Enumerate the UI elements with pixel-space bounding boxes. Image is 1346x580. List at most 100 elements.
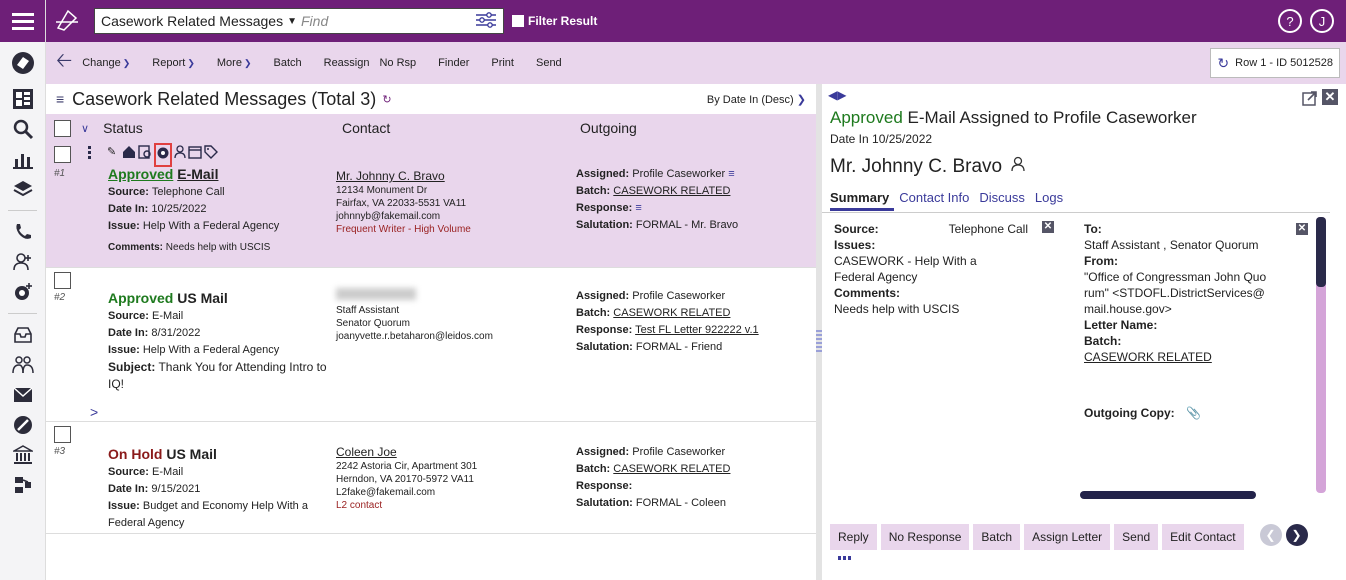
reassign-button[interactable]: Reassign	[324, 57, 370, 69]
edit-contact-button[interactable]: Edit Contact	[1162, 524, 1244, 550]
add-person-icon[interactable]	[0, 247, 46, 277]
edit-pencil-icon[interactable]: ✎	[107, 145, 116, 158]
expand-horizontal-icon[interactable]: ◀▶	[828, 88, 846, 102]
blocked-icon[interactable]	[0, 410, 46, 440]
salutation-value: FORMAL - Mr. Bravo	[635, 219, 739, 231]
share-icon[interactable]	[1302, 90, 1318, 111]
person-icon[interactable]	[1011, 156, 1026, 177]
row-checkbox[interactable]	[54, 426, 71, 443]
tab-summary[interactable]: Summary	[830, 190, 889, 205]
no-response-button[interactable]: No Response	[880, 524, 970, 550]
view-select[interactable]: Casework Related Messages ▼ Find	[94, 8, 504, 34]
row-checkbox[interactable]	[54, 272, 71, 289]
list-filter-icon[interactable]: ≡	[56, 91, 64, 107]
app-logo-icon[interactable]	[54, 8, 80, 39]
col-contact[interactable]: Contact	[342, 120, 390, 136]
more-dots-icon[interactable]	[838, 556, 852, 560]
send-button[interactable]: Send	[1114, 524, 1159, 550]
table-row[interactable]: #3 On Hold US Mail Source: E-Mail Date I…	[46, 422, 816, 534]
finder-button[interactable]: Finder	[438, 57, 469, 69]
select-dropdown-icon[interactable]: ∨	[81, 122, 89, 135]
filter-result-checkbox[interactable]	[512, 15, 524, 27]
paperclip-icon[interactable]: 📎	[1186, 406, 1201, 420]
top-bar: Casework Related Messages ▼ Find Filter …	[46, 0, 1346, 42]
contact-name-link[interactable]: Mr. Johnny C. Bravo	[336, 168, 566, 184]
batch-link[interactable]: CASEWORK RELATED	[613, 185, 730, 197]
find-input[interactable]: Find	[301, 13, 475, 29]
search-icon[interactable]	[0, 114, 46, 144]
help-icon: ?	[1286, 13, 1294, 29]
close-icon[interactable]: ✕	[1322, 89, 1338, 105]
remove-to-icon[interactable]: ✕	[1296, 223, 1308, 235]
assign-letter-button[interactable]: Assign Letter	[1024, 524, 1111, 550]
groups-icon[interactable]	[0, 350, 46, 380]
batch-button[interactable]: Batch	[973, 524, 1021, 550]
calendar-icon[interactable]	[188, 145, 202, 164]
col-status[interactable]: Status	[103, 120, 143, 136]
filter-result-toggle[interactable]: Filter Result	[512, 14, 597, 28]
column-header: ∨ Status Contact Outgoing	[46, 114, 816, 142]
response-link[interactable]: Test FL Letter 922222 v.1	[635, 324, 759, 336]
table-row[interactable]: #2 Approved US Mail Source: E-Mail Date …	[46, 268, 816, 422]
tab-discuss[interactable]: Discuss	[979, 190, 1025, 205]
row-checkbox[interactable]	[54, 146, 71, 163]
status-title[interactable]: Approved E-Mail	[108, 164, 338, 184]
previous-record-icon[interactable]: ❮	[1259, 524, 1282, 546]
iq-logo-icon[interactable]	[0, 42, 45, 84]
filter-lines-icon[interactable]: ≡	[635, 202, 641, 214]
menu-icon[interactable]	[0, 0, 45, 42]
filter-result-label: Filter Result	[528, 14, 598, 28]
filter-sliders-icon[interactable]	[475, 11, 497, 32]
remove-source-icon[interactable]: ✕	[1042, 221, 1054, 233]
person-icon[interactable]	[174, 145, 186, 164]
tag-icon[interactable]	[204, 145, 218, 164]
add-target-icon[interactable]	[0, 277, 46, 307]
contact-address-1: 12134 Monument Dr	[336, 185, 428, 196]
contact-name-link[interactable]: Coleen Joe	[336, 444, 566, 460]
vertical-scrollbar[interactable]	[1316, 217, 1326, 493]
reports-chart-icon[interactable]	[0, 144, 46, 174]
reply-button[interactable]: Reply	[830, 524, 877, 550]
table-row[interactable]: #1 ✎ Approved E-Mail Source: Telephone C…	[46, 142, 816, 268]
dashboard-icon[interactable]	[0, 84, 46, 114]
no-rsp-button[interactable]: No Rsp	[379, 57, 416, 69]
detail-actions: Reply No Response Batch Assign Letter Se…	[830, 524, 1308, 550]
status-title[interactable]: Approved US Mail	[108, 288, 338, 308]
print-button[interactable]: Print	[491, 57, 514, 69]
next-record-icon[interactable]: ❯	[1285, 524, 1308, 546]
government-building-icon[interactable]	[0, 440, 46, 470]
phone-icon[interactable]	[0, 217, 46, 247]
layers-icon[interactable]	[0, 174, 46, 204]
source-value: E-Mail	[152, 310, 184, 322]
tab-contact-info[interactable]: Contact Info	[899, 190, 969, 205]
user-avatar-button[interactable]: J	[1310, 9, 1334, 33]
batch-link[interactable]: CASEWORK RELATED	[613, 463, 730, 475]
more-menu[interactable]: More ❯	[217, 57, 252, 69]
left-nav	[0, 0, 46, 580]
back-arrow-icon[interactable]: 🡠	[56, 46, 72, 80]
org-chart-icon[interactable]	[0, 470, 46, 500]
change-menu[interactable]: Change ❯	[82, 57, 130, 69]
issues-value: CASEWORK - Help With a Federal Agency	[834, 254, 977, 284]
status-title[interactable]: On Hold US Mail	[108, 444, 338, 464]
mail-icon[interactable]	[0, 380, 46, 410]
col-outgoing[interactable]: Outgoing	[580, 120, 637, 136]
filter-lines-icon[interactable]: ≡	[728, 168, 734, 180]
row-id-indicator[interactable]: ↻ Row 1 - ID 5012528	[1210, 48, 1340, 78]
batch-button[interactable]: Batch	[273, 57, 301, 69]
view-select-label: Casework Related Messages	[101, 13, 284, 29]
send-button[interactable]: Send	[536, 57, 562, 69]
inbox-icon[interactable]	[0, 320, 46, 350]
batch-link[interactable]: CASEWORK RELATED	[613, 307, 730, 319]
document-search-icon[interactable]	[138, 145, 152, 164]
select-all-checkbox[interactable]	[54, 119, 71, 137]
horizontal-scrollbar[interactable]	[1080, 491, 1256, 499]
home-icon[interactable]	[122, 145, 136, 164]
batch-link[interactable]: CASEWORK RELATED	[1084, 349, 1284, 365]
report-menu[interactable]: Report ❯	[152, 57, 195, 69]
expand-chevron[interactable]: >	[90, 404, 98, 420]
refresh-icon[interactable]: ↻	[382, 93, 391, 106]
tab-logs[interactable]: Logs	[1035, 190, 1063, 205]
sort-dropdown[interactable]: By Date In (Desc) ❯	[707, 93, 806, 106]
help-button[interactable]: ?	[1278, 9, 1302, 33]
